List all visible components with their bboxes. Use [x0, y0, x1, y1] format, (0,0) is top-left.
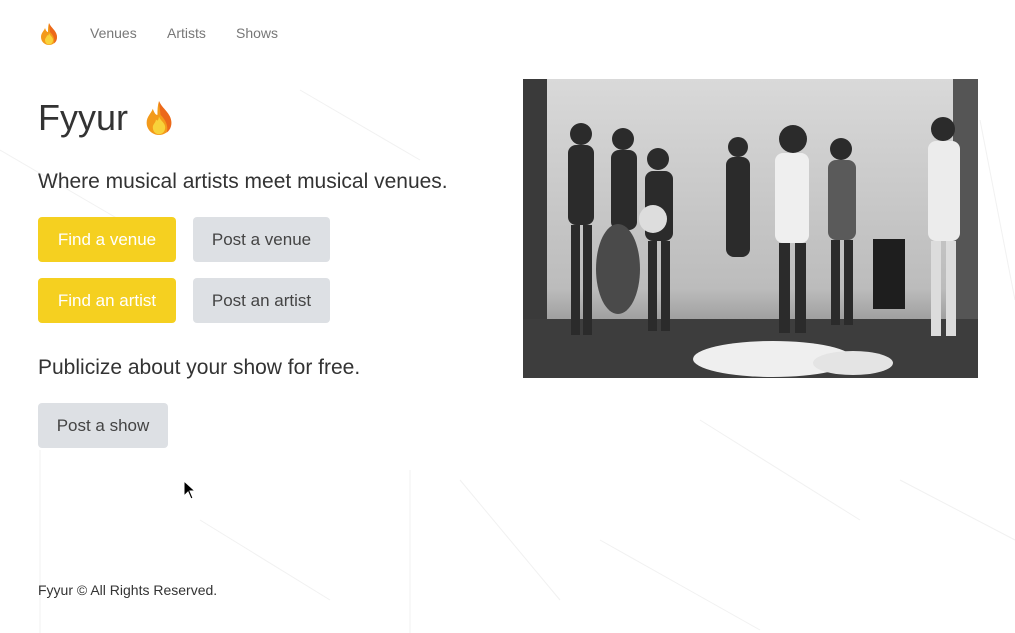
publicize-text: Publicize about your show for free. — [38, 356, 361, 379]
post-venue-button[interactable]: Post a venue — [193, 217, 330, 262]
post-artist-button[interactable]: Post an artist — [193, 278, 330, 323]
page-title: Fyyur — [38, 94, 176, 142]
find-venue-button[interactable]: Find a venue — [38, 217, 176, 262]
footer-text: Fyyur © All Rights Reserved. — [38, 582, 218, 598]
mouse-cursor-icon — [183, 480, 197, 500]
title-text: Fyyur — [38, 97, 128, 138]
tagline: Where musical artists meet musical venue… — [38, 170, 448, 193]
flame-icon — [41, 23, 57, 45]
post-show-button[interactable]: Post a show — [38, 403, 168, 448]
brand-flame-icon[interactable] — [38, 22, 62, 48]
flame-icon — [142, 97, 176, 139]
band-photo — [523, 79, 978, 378]
nav-shows[interactable]: Shows — [236, 25, 278, 41]
top-navbar: Venues Artists Shows — [0, 0, 1015, 68]
nav-artists[interactable]: Artists — [167, 25, 206, 41]
nav-venues[interactable]: Venues — [90, 25, 137, 41]
find-artist-button[interactable]: Find an artist — [38, 278, 176, 323]
